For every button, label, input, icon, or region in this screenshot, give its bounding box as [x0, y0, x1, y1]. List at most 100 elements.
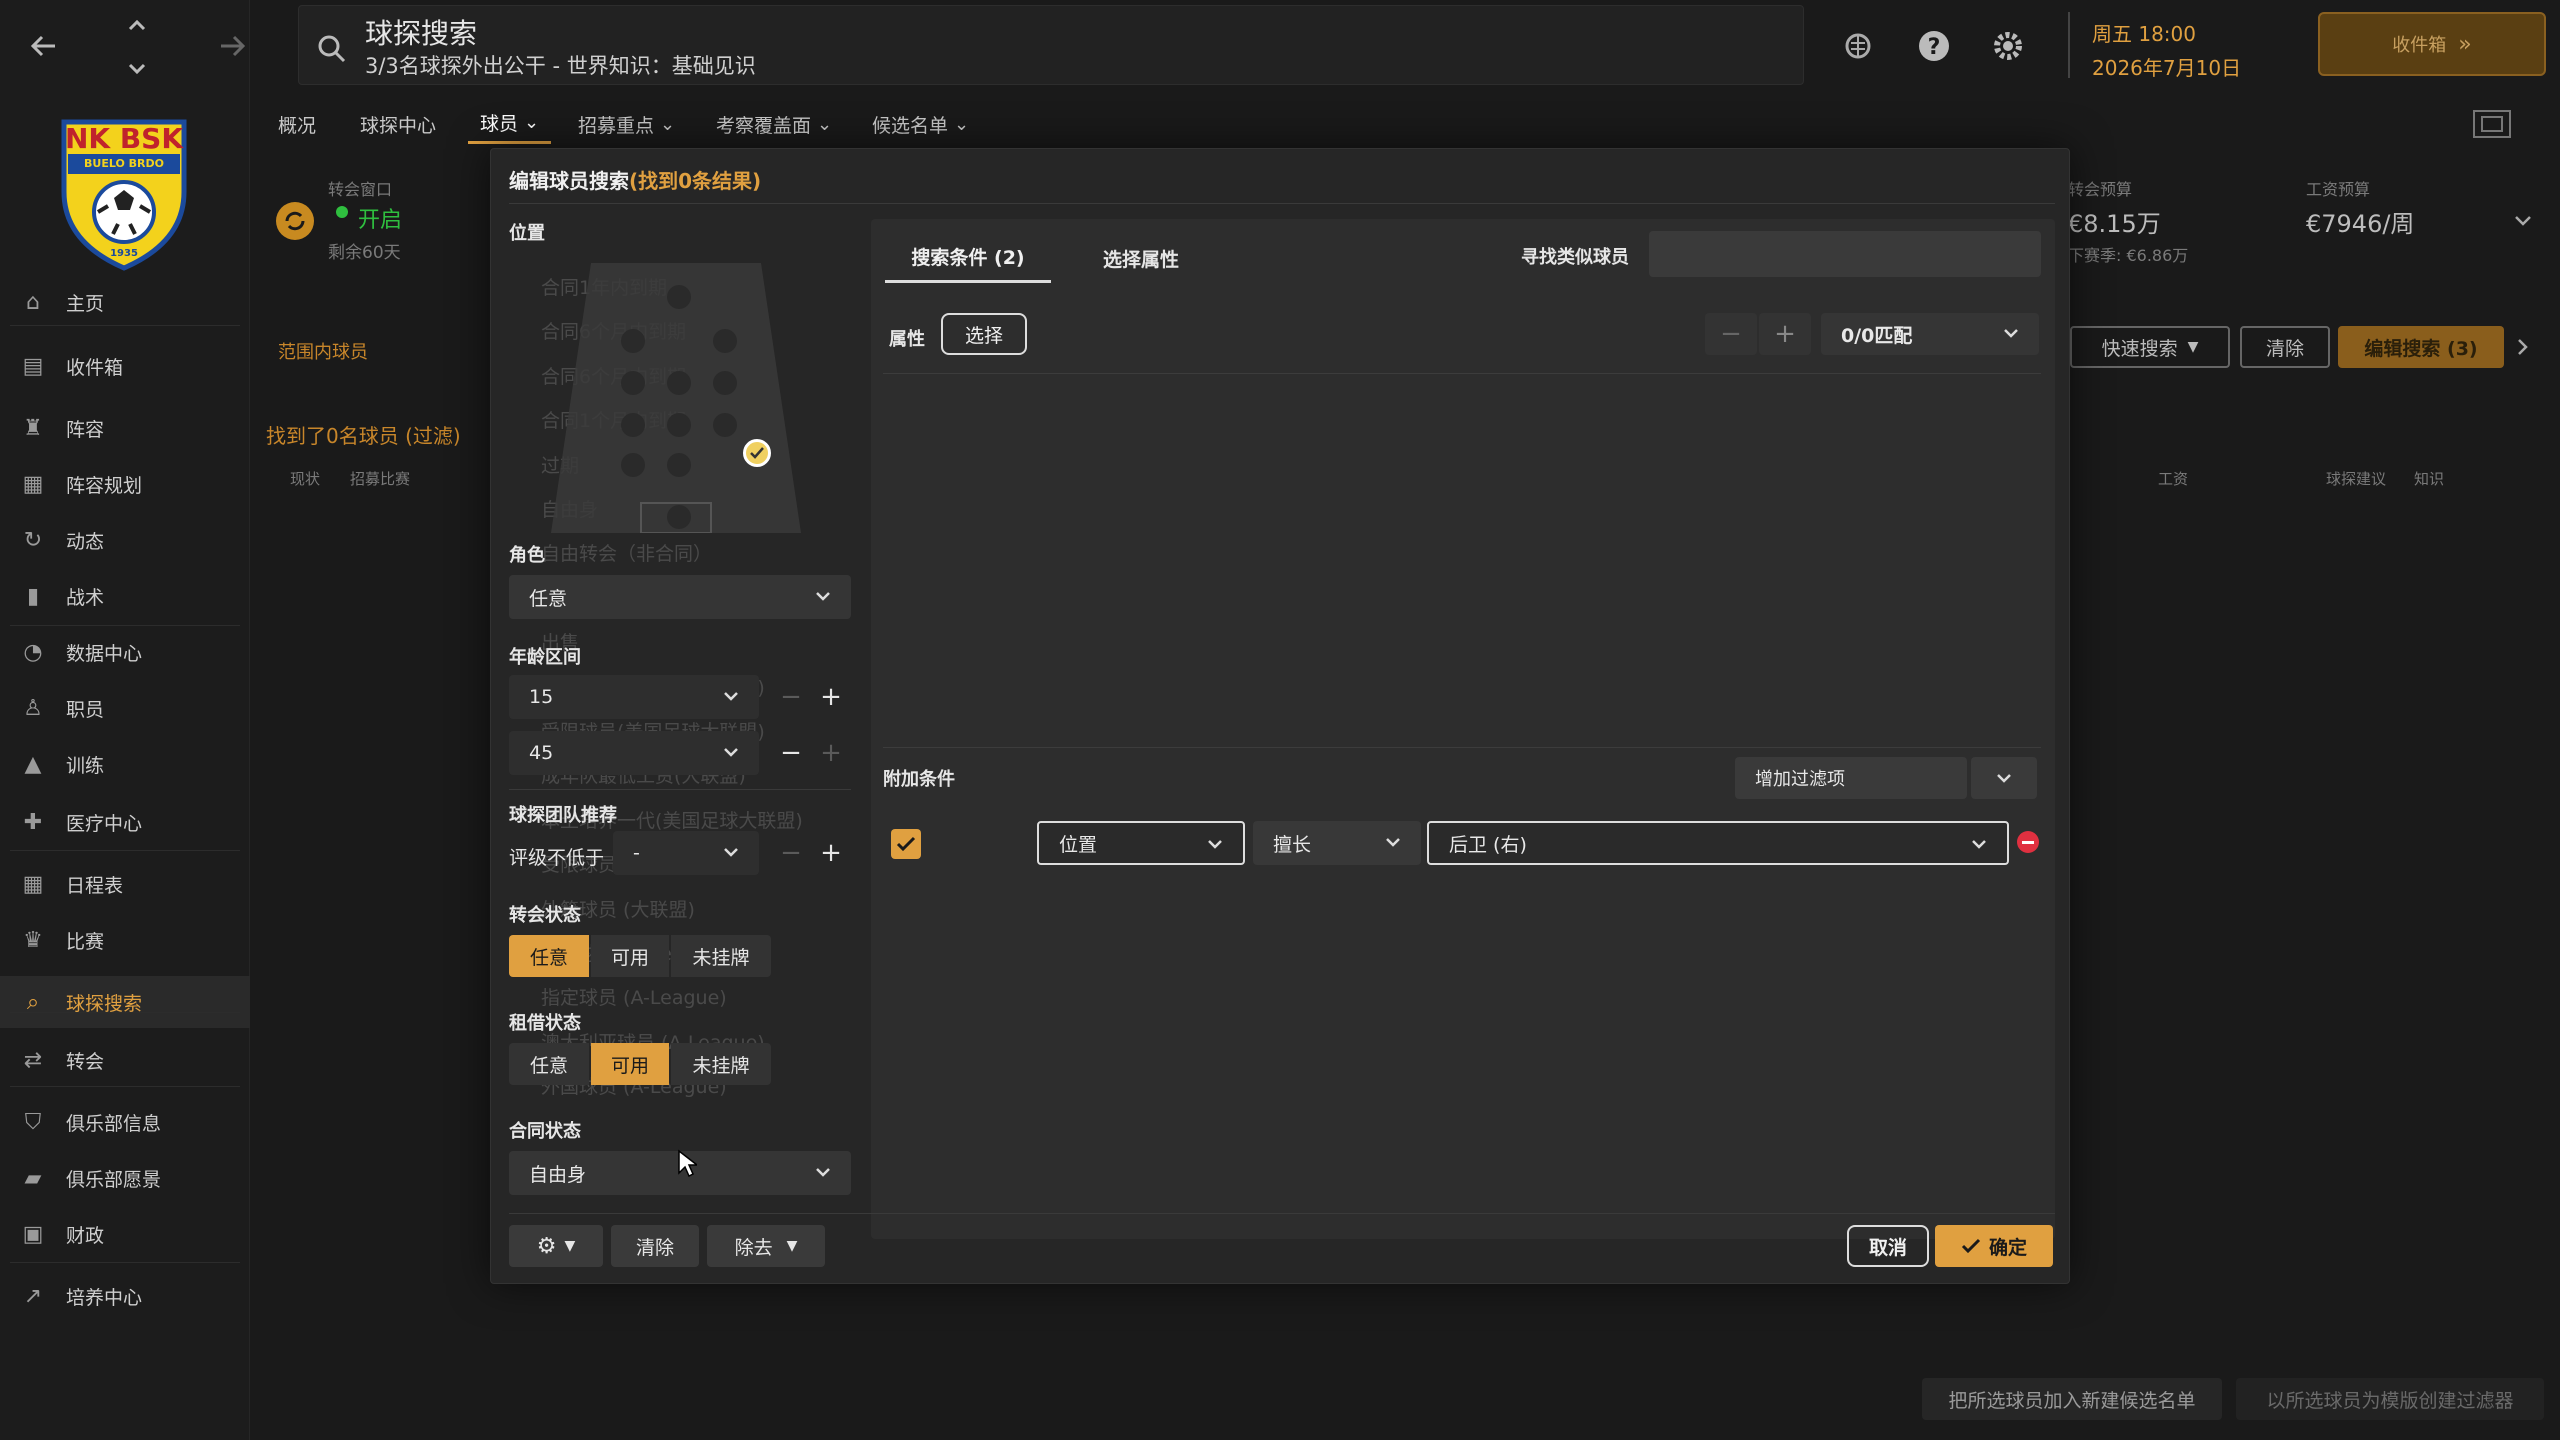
match-increment-button[interactable]: +: [1759, 313, 1811, 355]
age-max-increment-button[interactable]: +: [815, 737, 847, 769]
sidebar: NK BSK BUELO BRDO 1935 ⌂ 主页 ▤ 收件箱 ♜ 阵容 ▦ 阵容规划 ↻ 动…: [0, 0, 250, 1440]
tab-4[interactable]: 考察覆盖面 ⌄: [716, 104, 832, 144]
sidebar-item-training[interactable]: ▲ 训练: [0, 738, 250, 790]
match-dropdown[interactable]: 0/0匹配: [1821, 313, 2039, 355]
sidebar-item-clipboard[interactable]: ▦ 阵容规划: [0, 458, 250, 510]
tab-3[interactable]: 招募重点 ⌄: [578, 104, 675, 144]
tab-1[interactable]: 球探中心: [360, 104, 436, 144]
sidebar-item-calendar[interactable]: ▦ 日程表: [0, 858, 250, 910]
add-to-shortlist-button[interactable]: 把所选球员加入新建候选名单: [1922, 1378, 2222, 1420]
filter-enabled-checkbox[interactable]: [891, 829, 921, 859]
sidebar-item-shield[interactable]: ⛉ 俱乐部信息: [0, 1096, 250, 1148]
rating-decrement-button[interactable]: −: [775, 837, 807, 869]
sidebar-item-shirt[interactable]: ♜ 阵容: [0, 402, 250, 454]
home-icon: ⌂: [26, 289, 40, 315]
back-arrow-icon[interactable]: [22, 24, 66, 68]
quick-search-button[interactable]: 快速搜索 ▼: [2070, 326, 2230, 368]
edit-search-button[interactable]: 编辑搜索 (3): [2338, 326, 2504, 368]
position-dot[interactable]: [621, 413, 645, 437]
sidebar-item-data[interactable]: ◔ 数据中心: [0, 626, 250, 678]
position-dot[interactable]: [621, 371, 645, 395]
age-min-dropdown[interactable]: 15: [509, 675, 759, 719]
help-icon[interactable]: ?: [1914, 26, 1954, 66]
loan-status-any[interactable]: 任意: [509, 1043, 589, 1085]
remove-menu-button[interactable]: 除去 ▼: [707, 1225, 825, 1267]
sidebar-item-briefcase[interactable]: ▰ 俱乐部愿景: [0, 1152, 250, 1204]
sidebar-item-inbox[interactable]: ▤ 收件箱: [0, 340, 250, 392]
rating-increment-button[interactable]: +: [815, 837, 847, 869]
position-dot[interactable]: [667, 285, 691, 309]
age-min-decrement-button[interactable]: −: [775, 681, 807, 713]
tab-5[interactable]: 候选名单 ⌄: [872, 104, 969, 144]
sidebar-item-transfer[interactable]: ⇄ 转会: [0, 1034, 250, 1086]
clear-button[interactable]: 清除: [611, 1225, 699, 1267]
remove-filter-icon[interactable]: [2017, 831, 2039, 853]
create-filter-button[interactable]: 以所选球员为模版创建过滤器: [2236, 1378, 2544, 1420]
rating-dropdown[interactable]: -: [613, 831, 759, 875]
chevron-down-icon[interactable]: [2510, 208, 2536, 234]
tab-0[interactable]: 概况: [278, 104, 316, 144]
transfer-status-available[interactable]: 可用: [591, 935, 669, 977]
position-dot[interactable]: [713, 329, 737, 353]
col-wage[interactable]: 工资: [2158, 468, 2188, 489]
sidebar-item-tactics[interactable]: ▮ 战术: [0, 570, 250, 622]
find-similar-input[interactable]: [1649, 231, 2041, 277]
position-dot[interactable]: [667, 413, 691, 437]
fullscreen-icon[interactable]: [2470, 106, 2514, 142]
confirm-button[interactable]: 确定: [1935, 1225, 2053, 1267]
remove-label: 除去: [734, 1236, 773, 1259]
cancel-button[interactable]: 取消: [1847, 1225, 1929, 1267]
tab-search-criteria[interactable]: 搜索条件 (2): [885, 233, 1051, 283]
sidebar-item-trophy[interactable]: ♛ 比赛: [0, 914, 250, 966]
chevron-right-icon[interactable]: [2510, 334, 2536, 360]
position-dot[interactable]: [667, 371, 691, 395]
date-panel[interactable]: 周五 18:00 2026年7月10日: [2068, 12, 2278, 80]
filter-operator-dropdown[interactable]: 擅长: [1253, 821, 1421, 865]
age-max-decrement-button[interactable]: −: [775, 737, 807, 769]
loan-status-unlisted[interactable]: 未挂牌: [671, 1043, 771, 1085]
tab-2[interactable]: 球员 ⌄: [468, 104, 552, 144]
loan-status-available[interactable]: 可用: [591, 1043, 669, 1085]
range-players-link[interactable]: 范围内球员: [278, 338, 368, 364]
sidebar-item-money[interactable]: ▣ 财政: [0, 1208, 250, 1260]
col-advice[interactable]: 球探建议: [2326, 468, 2386, 489]
col-recruit[interactable]: 招募比赛: [350, 468, 410, 489]
position-dot[interactable]: [713, 371, 737, 395]
tab-select-attributes[interactable]: 选择属性: [1061, 233, 1221, 283]
gear-icon[interactable]: [1988, 26, 2028, 66]
transfer-status-any[interactable]: 任意: [509, 935, 589, 977]
sidebar-item-growth[interactable]: ↗ 培养中心: [0, 1270, 250, 1322]
role-dropdown[interactable]: 任意: [509, 575, 851, 619]
add-filter-chevron-button[interactable]: [1971, 757, 2037, 799]
inbox-continue-button[interactable]: 收件箱 »: [2318, 12, 2546, 76]
add-filter-dropdown[interactable]: 增加过滤项: [1735, 757, 1967, 799]
attribute-select-button[interactable]: 选择: [941, 313, 1027, 355]
clear-search-button[interactable]: 清除: [2240, 326, 2330, 368]
chevron-down-icon[interactable]: [122, 56, 152, 82]
position-dot[interactable]: [713, 413, 737, 437]
age-max-dropdown[interactable]: 45: [509, 731, 759, 775]
forward-arrow-icon[interactable]: [210, 24, 254, 68]
brain-icon[interactable]: [1838, 26, 1878, 66]
search-title: 球探搜索: [365, 17, 478, 50]
sidebar-item-staff[interactable]: ♙ 职员: [0, 682, 250, 734]
sidebar-item-medical[interactable]: ✚ 医疗中心: [0, 796, 250, 848]
sidebar-item-home[interactable]: ⌂ 主页: [0, 276, 250, 328]
transfer-status-unlisted[interactable]: 未挂牌: [671, 935, 771, 977]
col-knowledge[interactable]: 知识: [2414, 468, 2444, 489]
position-dot[interactable]: [667, 505, 691, 529]
position-dot[interactable]: [621, 453, 645, 477]
col-status[interactable]: 现状: [290, 468, 320, 489]
global-search-box[interactable]: 球探搜索 3/3名球探外出公干 - 世界知识：基础见识: [298, 5, 1804, 85]
filter-field-dropdown[interactable]: 位置: [1037, 821, 1245, 865]
sidebar-item-search[interactable]: ⌕ 球探搜索: [0, 976, 250, 1028]
position-dot[interactable]: [667, 453, 691, 477]
chevron-up-icon[interactable]: [122, 12, 152, 38]
sidebar-item-refresh[interactable]: ↻ 动态: [0, 514, 250, 566]
match-decrement-button[interactable]: −: [1705, 313, 1757, 355]
age-min-increment-button[interactable]: +: [815, 681, 847, 713]
filter-value-dropdown[interactable]: 后卫 (右): [1427, 821, 2009, 865]
selected-position-check-icon[interactable]: [743, 439, 771, 467]
settings-menu-button[interactable]: ⚙ ▼: [509, 1225, 603, 1267]
position-dot[interactable]: [621, 329, 645, 353]
